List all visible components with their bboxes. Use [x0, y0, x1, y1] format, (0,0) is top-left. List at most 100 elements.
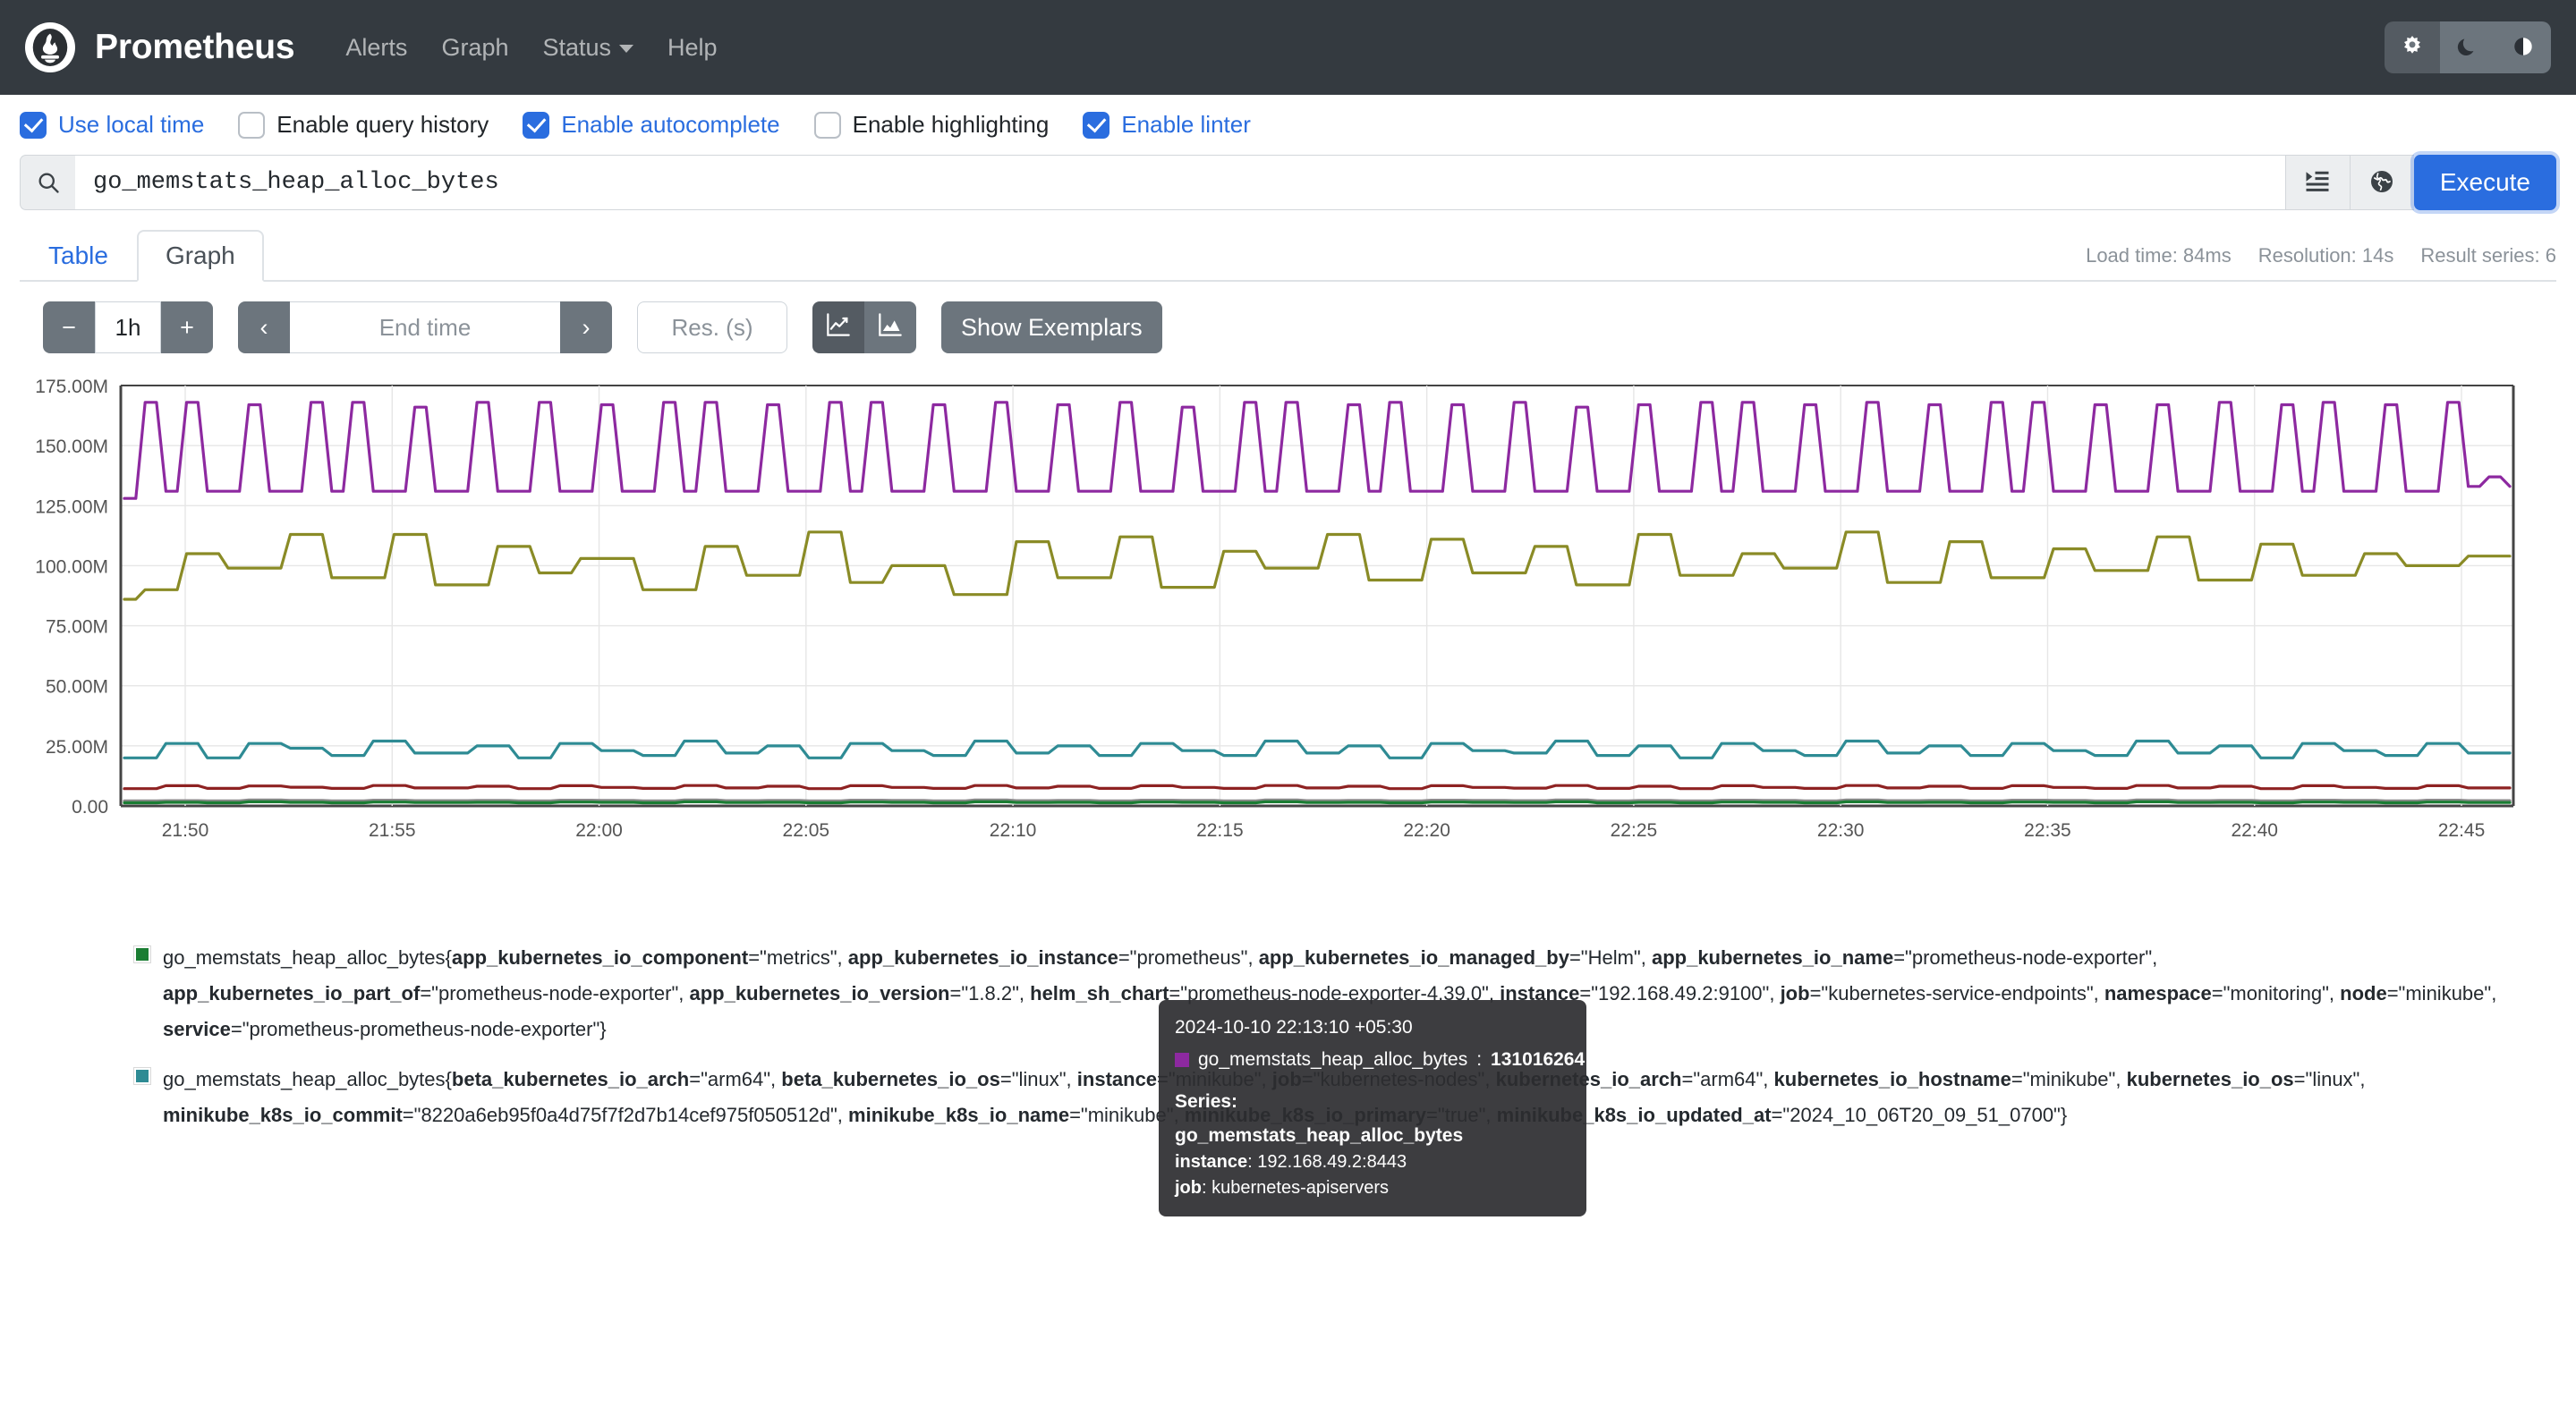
tooltip-label-value: 192.168.49.2:8443 — [1257, 1152, 1407, 1173]
svg-text:22:20: 22:20 — [1403, 820, 1450, 841]
legend-series-label: go_memstats_heap_alloc_bytes{app_kuberne… — [163, 946, 2497, 1041]
line-chart-icon — [826, 312, 851, 343]
sun-icon — [2400, 34, 2425, 62]
option-label: Enable query history — [276, 111, 489, 138]
legend-item[interactable]: go_memstats_heap_alloc_bytes{app_kuberne… — [133, 940, 2576, 1047]
range-increase-button[interactable]: + — [161, 301, 213, 353]
execute-button[interactable]: Execute — [2413, 155, 2556, 210]
navbar: Prometheus Alerts Graph Status Help — [0, 0, 2576, 95]
prometheus-logo-icon — [25, 22, 75, 72]
globe-icon — [2368, 168, 2395, 198]
svg-text:150.00M: 150.00M — [35, 437, 108, 457]
tab-graph[interactable]: Graph — [136, 230, 264, 282]
query-input[interactable] — [75, 155, 2285, 210]
time-series-chart[interactable]: 0.00 25.00M 50.00M 75.00M 100.00M 125.00M 150.… — [0, 369, 2576, 924]
stacked-area-button[interactable] — [864, 301, 916, 353]
svg-text:22:15: 22:15 — [1196, 820, 1244, 841]
nav-link-graph[interactable]: Graph — [424, 25, 525, 71]
checkbox-enable-highlighting[interactable] — [813, 111, 841, 139]
svg-text:125.00M: 125.00M — [35, 496, 108, 517]
legend-color-swatch — [133, 945, 151, 963]
checkbox-enable-autocomplete[interactable] — [523, 111, 550, 139]
svg-text:22:45: 22:45 — [2438, 820, 2486, 841]
svg-text:22:00: 22:00 — [575, 820, 623, 841]
nav-links: Alerts Graph Status Help — [328, 25, 734, 71]
resolution-input[interactable]: Res. (s) — [637, 301, 787, 353]
format-query-button[interactable] — [2284, 155, 2350, 210]
stacked-area-icon — [878, 312, 903, 343]
half-circle-icon — [2512, 35, 2535, 61]
brand-name: Prometheus — [95, 28, 295, 66]
svg-text:22:30: 22:30 — [1817, 820, 1865, 841]
option-enable-query-history[interactable]: Enable query history — [238, 111, 489, 139]
graph-controls: − 1h + ‹ End time › Res. (s) Show Exempl… — [43, 301, 2556, 353]
option-label: Enable highlighting — [852, 111, 1050, 138]
nav-link-alerts[interactable]: Alerts — [328, 25, 424, 71]
svg-text:50.00M: 50.00M — [46, 677, 108, 698]
format-indent-icon — [2304, 168, 2331, 198]
checkbox-enable-linter[interactable] — [1083, 111, 1110, 139]
nav-link-status-label: Status — [542, 33, 612, 61]
options-bar: Use local time Enable query history Enab… — [0, 95, 2576, 151]
tooltip-label-instance: instance: 192.168.49.2:8443 — [1175, 1152, 1407, 1173]
end-time-control-group: ‹ End time › — [238, 301, 612, 353]
end-time-input[interactable]: End time — [290, 301, 560, 353]
svg-text:22:35: 22:35 — [2024, 820, 2071, 841]
svg-text:22:10: 22:10 — [990, 820, 1037, 841]
svg-text:22:25: 22:25 — [1611, 820, 1658, 841]
option-label: Enable autocomplete — [561, 111, 780, 138]
svg-text:25.00M: 25.00M — [46, 737, 108, 758]
query-row: Execute — [20, 155, 2556, 210]
legend-color-swatch — [133, 1067, 151, 1086]
show-exemplars-button[interactable]: Show Exemplars — [941, 301, 1162, 353]
legend-series-label: go_memstats_heap_alloc_bytes{beta_kubern… — [163, 1068, 2366, 1127]
search-icon — [20, 155, 75, 210]
dark-theme-button[interactable] — [2440, 21, 2495, 73]
globe-button[interactable] — [2349, 155, 2414, 210]
nav-link-status[interactable]: Status — [525, 25, 650, 71]
svg-text:21:55: 21:55 — [369, 820, 416, 841]
theme-toggle-group — [2385, 21, 2551, 73]
graph-panel[interactable]: 0.00 25.00M 50.00M 75.00M 100.00M 125.00M 150.… — [0, 369, 2576, 1217]
light-theme-button[interactable] — [2385, 21, 2440, 73]
tab-table[interactable]: Table — [20, 230, 137, 282]
svg-text:22:05: 22:05 — [783, 820, 830, 841]
line-chart-button[interactable] — [812, 301, 864, 353]
chart-legend: go_memstats_heap_alloc_bytes{app_kuberne… — [133, 940, 2576, 1133]
svg-text:22:40: 22:40 — [2231, 820, 2278, 841]
svg-text:100.00M: 100.00M — [35, 556, 108, 577]
range-value-input[interactable]: 1h — [95, 301, 161, 353]
legend-item[interactable]: go_memstats_heap_alloc_bytes{beta_kubern… — [133, 1062, 2576, 1133]
brand[interactable]: Prometheus — [25, 22, 295, 72]
range-control-group: − 1h + — [43, 301, 213, 353]
stat-result-series: Result series: 6 — [2420, 244, 2556, 267]
tooltip-label-key: job — [1175, 1177, 1202, 1198]
chevron-down-icon — [619, 44, 634, 53]
option-enable-highlighting[interactable]: Enable highlighting — [813, 111, 1050, 139]
option-use-local-time[interactable]: Use local time — [20, 111, 204, 139]
checkbox-enable-query-history[interactable] — [238, 111, 266, 139]
svg-text:21:50: 21:50 — [162, 820, 209, 841]
moon-icon — [2456, 35, 2479, 61]
auto-theme-button[interactable] — [2495, 21, 2551, 73]
option-label: Enable linter — [1121, 111, 1251, 138]
stat-resolution: Resolution: 14s — [2257, 244, 2394, 267]
option-enable-autocomplete[interactable]: Enable autocomplete — [523, 111, 780, 139]
nav-link-help[interactable]: Help — [650, 25, 735, 71]
chart-type-group — [812, 301, 916, 353]
range-decrease-button[interactable]: − — [43, 301, 95, 353]
option-enable-linter[interactable]: Enable linter — [1083, 111, 1251, 139]
stat-load-time: Load time: 84ms — [2086, 244, 2232, 267]
svg-text:175.00M: 175.00M — [35, 377, 108, 397]
svg-text:75.00M: 75.00M — [46, 617, 108, 638]
tooltip-label-job: job: kubernetes-apiservers — [1175, 1177, 1389, 1198]
query-stats: Load time: 84ms Resolution: 14s Result s… — [2086, 244, 2556, 267]
end-time-next-button[interactable]: › — [560, 301, 612, 353]
checkbox-use-local-time[interactable] — [20, 111, 47, 139]
tooltip-label-key: instance — [1175, 1152, 1248, 1173]
option-label: Use local time — [58, 111, 205, 138]
end-time-prev-button[interactable]: ‹ — [238, 301, 290, 353]
result-tabs: Table Graph Load time: 84ms Resolution: … — [20, 230, 2556, 282]
tooltip-label-value: kubernetes-apiservers — [1211, 1177, 1389, 1198]
svg-text:0.00: 0.00 — [72, 797, 108, 818]
